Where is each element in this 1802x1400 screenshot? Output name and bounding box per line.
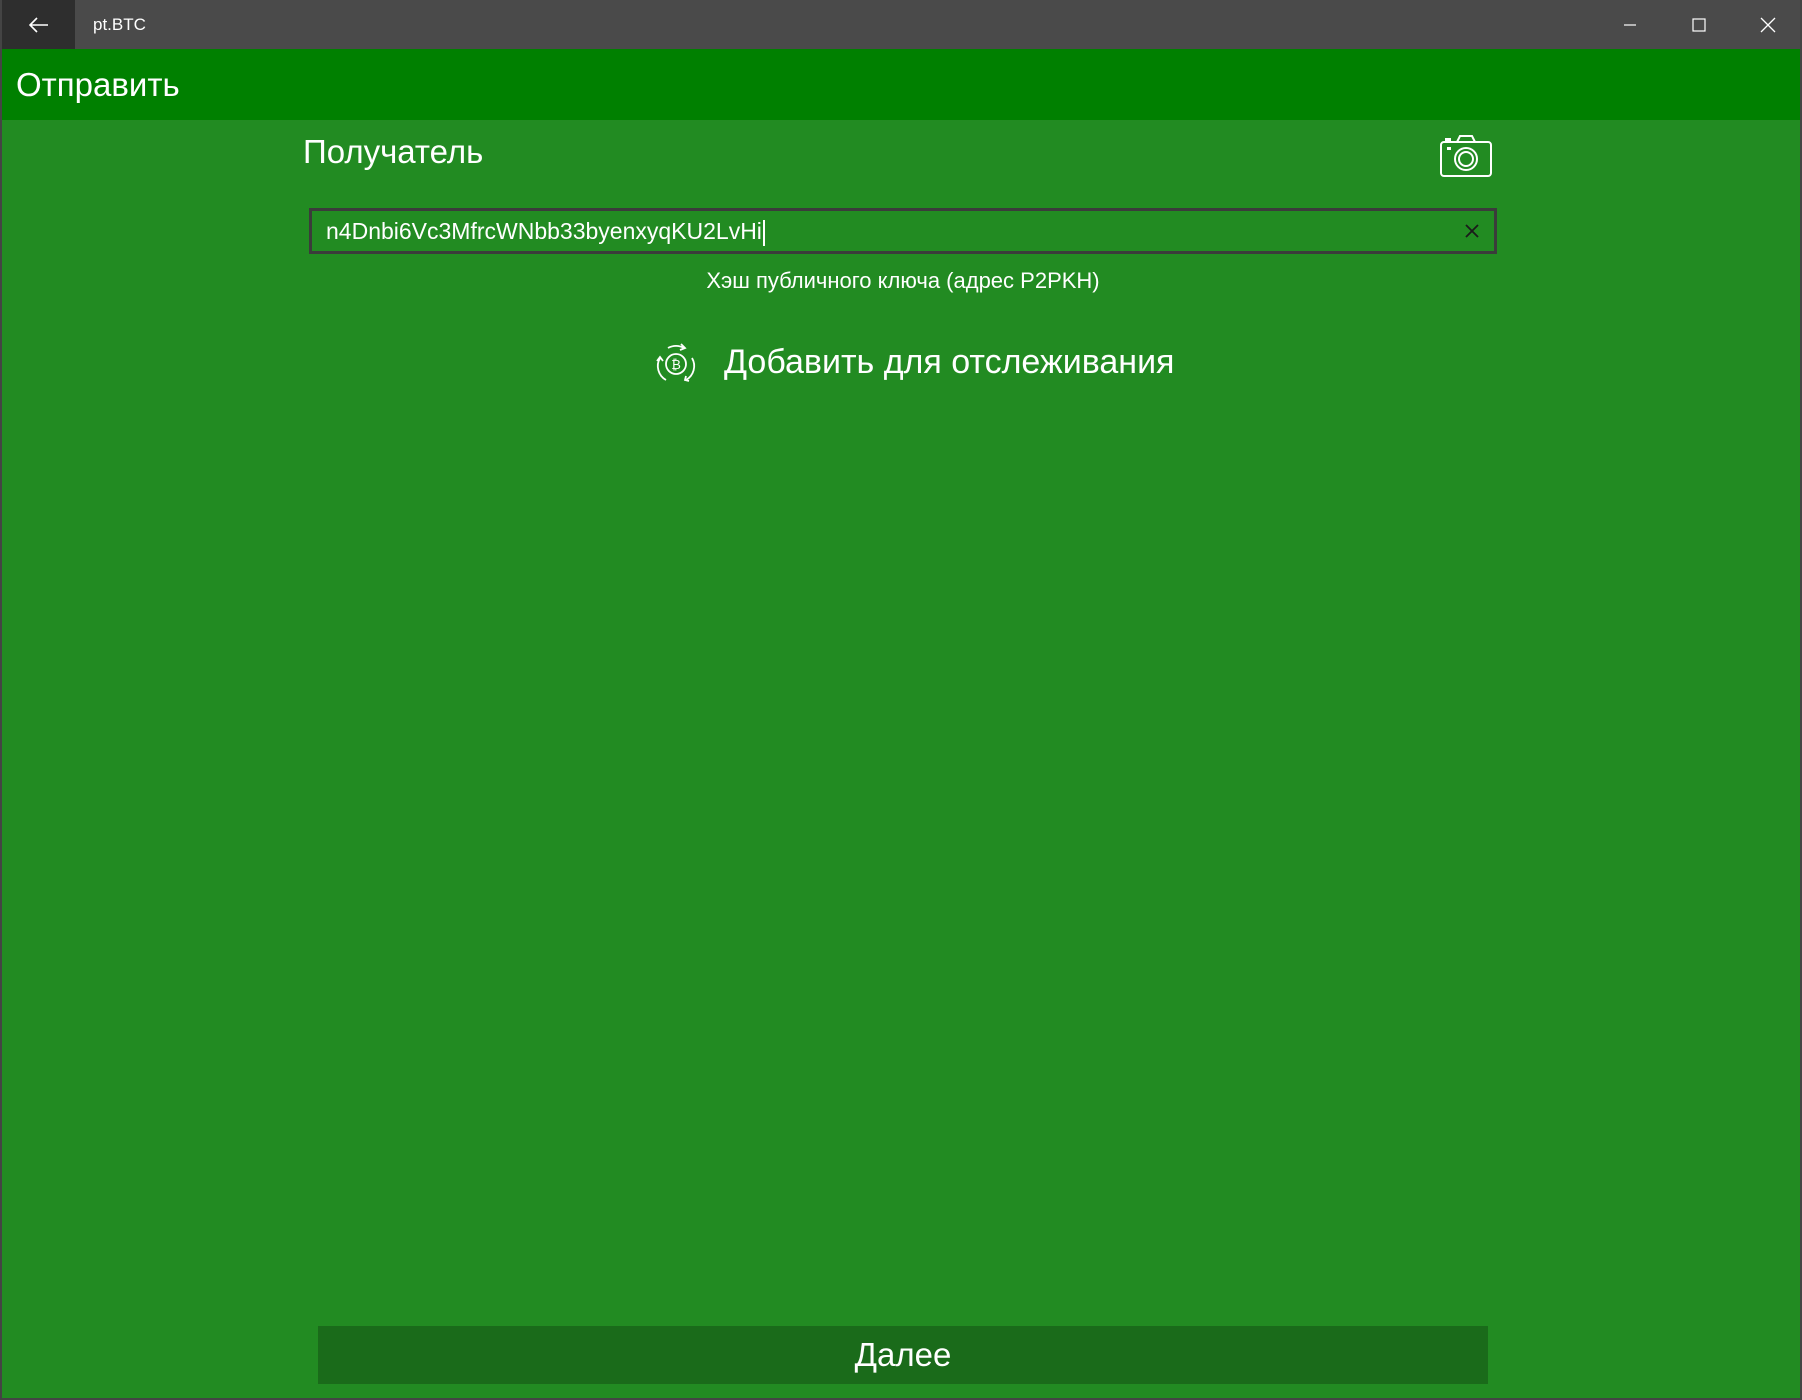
minimize-button[interactable] (1595, 0, 1664, 49)
arrow-left-icon (28, 16, 48, 33)
page-header: Отправить (2, 49, 1800, 120)
close-icon (1465, 224, 1479, 238)
minimize-icon (1623, 23, 1636, 26)
app-window: pt.BTC Отправить Получатель n4Dnbi6Vc3Mf… (0, 0, 1802, 1400)
add-watch-label: Добавить для отслеживания (724, 342, 1175, 381)
back-button[interactable] (2, 0, 75, 49)
close-window-button[interactable] (1733, 0, 1802, 49)
text-caret (762, 219, 765, 246)
camera-icon (1440, 135, 1492, 177)
title-bar: pt.BTC (2, 0, 1800, 49)
next-button[interactable]: Далее (318, 1326, 1488, 1384)
scan-qr-button[interactable] (1439, 134, 1493, 178)
close-icon (1760, 17, 1775, 32)
next-button-label: Далее (854, 1336, 952, 1373)
address-value: n4Dnbi6Vc3MfrcWNbb33byenxyqKU2LvHi (326, 218, 762, 244)
address-field[interactable]: n4Dnbi6Vc3MfrcWNbb33byenxyqKU2LvHi (309, 208, 1497, 254)
maximize-icon (1691, 17, 1706, 32)
address-input[interactable]: n4Dnbi6Vc3MfrcWNbb33byenxyqKU2LvHi (326, 211, 1436, 251)
svg-text:₿: ₿ (671, 358, 681, 373)
app-title: pt.BTC (93, 15, 146, 34)
page-title: Отправить (16, 66, 180, 103)
maximize-button[interactable] (1664, 0, 1733, 49)
recipient-label: Получатель (303, 133, 484, 170)
add-watch-button[interactable]: ₿ Добавить для отслеживания (650, 334, 1174, 390)
address-type-label: Хэш публичного ключа (адрес P2PKH) (706, 268, 1100, 293)
bitcoin-recycle-icon: ₿ (656, 343, 696, 382)
clear-input-button[interactable] (1460, 219, 1484, 243)
